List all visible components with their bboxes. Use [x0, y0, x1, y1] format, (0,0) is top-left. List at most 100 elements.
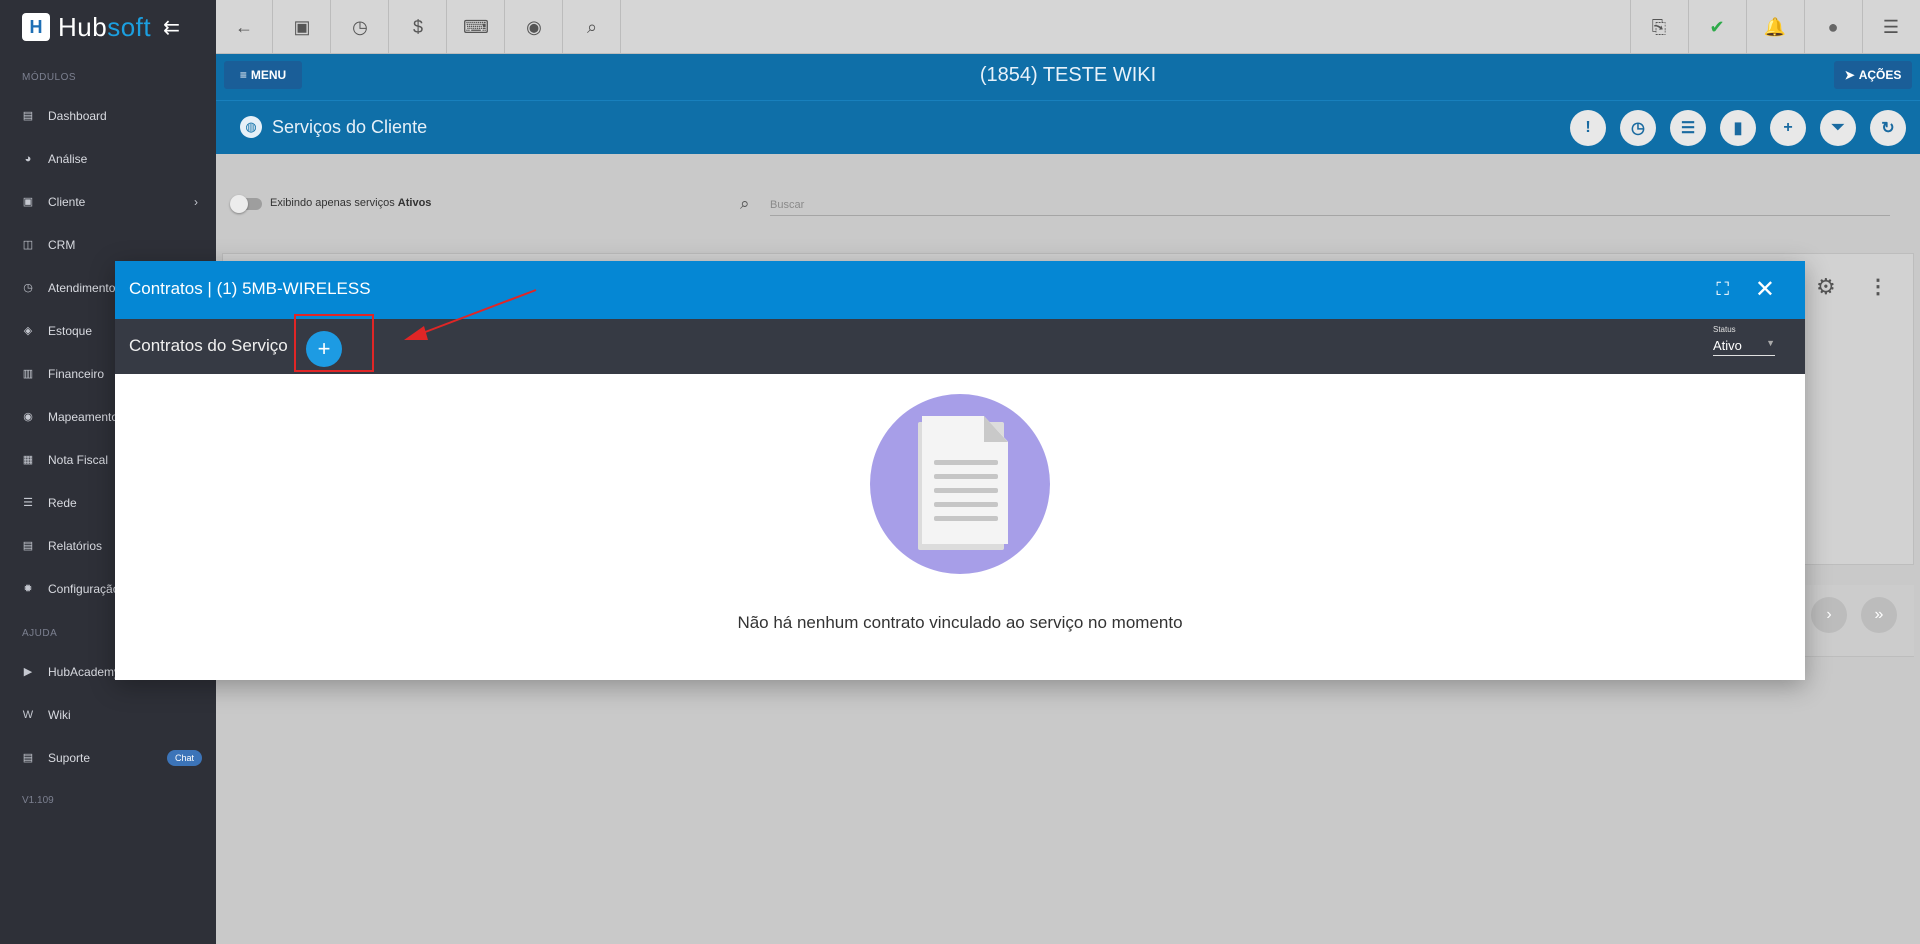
- status-select[interactable]: Status Ativo ▼: [1713, 325, 1775, 356]
- client-header: ≡ MENU (1854) TESTE WIKI ➤ AÇÕES ◍ Serviço…: [216, 54, 1920, 154]
- document-line: [934, 474, 998, 479]
- add-icon[interactable]: +: [1770, 110, 1806, 146]
- modal-header: Contratos | (1) 5MB-WIRELESS ⛶ ✕: [115, 261, 1805, 319]
- list-menu-icon[interactable]: ☰: [1862, 0, 1919, 54]
- modal-subtitle: Contratos do Serviço: [129, 336, 288, 355]
- brand-name-part2: soft: [107, 11, 152, 42]
- page-title: ◍ Serviços do Cliente: [240, 116, 427, 138]
- client-title: (1854) TESTE WIKI: [979, 64, 1157, 86]
- header-divider: [216, 100, 1920, 101]
- sidebar-item-label: Nota Fiscal: [48, 452, 109, 467]
- globe-icon: ◍: [240, 116, 262, 138]
- annotation-highlight-box: [294, 314, 374, 372]
- section-label-modules: MÓDULOS: [22, 72, 77, 83]
- caret-down-icon: ▼: [1766, 338, 1775, 348]
- sidebar-item-label: Wiki: [48, 707, 71, 722]
- active-services-toggle[interactable]: [230, 195, 262, 213]
- empty-document-illustration: [870, 394, 1050, 574]
- search-input[interactable]: Buscar: [770, 192, 1890, 216]
- document-line: [934, 460, 998, 465]
- calendar-clock-icon[interactable]: ◷: [1620, 110, 1656, 146]
- acoes-button[interactable]: ➤ AÇÕES: [1834, 61, 1912, 89]
- sidebar-item-label: Análise: [48, 151, 88, 166]
- list-icon[interactable]: ☰: [1670, 110, 1706, 146]
- sidebar-item-label: Rede: [48, 495, 77, 510]
- chevron-right-icon: ›: [194, 194, 198, 209]
- document-line: [934, 488, 998, 493]
- sidebar-item-label: Cliente: [48, 194, 86, 209]
- send-icon: ➤: [1844, 68, 1855, 82]
- sidebar-item-wiki[interactable]: W Wiki: [0, 693, 216, 736]
- contact-card-icon: ▣: [22, 196, 34, 208]
- toggle-label: Exibindo apenas serviços Ativos: [270, 197, 431, 209]
- chat-check-icon[interactable]: ✔: [1688, 0, 1745, 54]
- contact-card-icon[interactable]: ▣: [274, 0, 331, 54]
- support-icon: ▤: [22, 752, 34, 764]
- sidebar-item-label: Estoque: [48, 323, 93, 338]
- avatar[interactable]: ●: [1804, 0, 1861, 54]
- back-arrow-icon[interactable]: ←: [216, 0, 273, 54]
- pie-chart-icon: ◕: [24, 152, 32, 165]
- server-icon: ☰: [23, 497, 33, 509]
- acoes-label: AÇÕES: [1858, 68, 1902, 82]
- status-value-text: Ativo: [1713, 338, 1742, 353]
- bell-alert-icon[interactable]: 🔔: [1746, 0, 1803, 54]
- more-vert-icon[interactable]: ⋮: [1868, 274, 1888, 299]
- hubsoft-logo-icon: H: [22, 13, 50, 41]
- sidebar-item-analise[interactable]: ◕ Análise: [0, 137, 216, 180]
- sidebar-item-label: Relatórios: [48, 538, 103, 553]
- map-pin-icon: ◉: [23, 411, 33, 423]
- brand-name-part1: Hub: [58, 11, 108, 42]
- search-icon: ⌕: [740, 194, 750, 213]
- app-version: V1.109: [22, 795, 54, 806]
- brand-name: Hubsoft: [58, 12, 151, 43]
- crm-icon: ◫: [22, 239, 34, 251]
- last-page-icon[interactable]: »: [1861, 597, 1897, 633]
- eye-icon[interactable]: ◉: [506, 0, 563, 54]
- sidebar-item-label: Dashboard: [48, 108, 107, 123]
- toggle-label-bold: Ativos: [397, 197, 432, 209]
- status-value: Ativo ▼: [1713, 334, 1775, 356]
- dashboard-icon: ▤: [22, 110, 34, 122]
- collapse-sidebar-icon[interactable]: ⇇: [163, 15, 180, 40]
- gear-icon[interactable]: ⚙: [1816, 274, 1836, 300]
- calendar-clock-icon[interactable]: ◷: [332, 0, 389, 54]
- calendar-clock-icon: ◷: [23, 282, 33, 294]
- pdf-icon[interactable]: ⎘: [1630, 0, 1687, 54]
- receipt-icon: ▦: [22, 454, 34, 466]
- close-icon[interactable]: ✕: [1755, 275, 1775, 304]
- status-label: Status: [1713, 325, 1736, 334]
- page-title-text: Serviços do Cliente: [272, 116, 428, 137]
- refresh-icon[interactable]: ↻: [1870, 110, 1906, 146]
- contracts-modal: Contratos | (1) 5MB-WIRELESS ⛶ ✕ Contrat…: [115, 261, 1805, 680]
- fullscreen-icon[interactable]: ⛶: [1716, 279, 1729, 300]
- search-icon[interactable]: ⌕: [564, 0, 621, 54]
- sidebar-item-label: Configuração: [48, 581, 120, 596]
- document-line: [934, 502, 998, 507]
- sidebar-item-dashboard[interactable]: ▤ Dashboard: [0, 94, 216, 137]
- sidebar-item-crm[interactable]: ◫ CRM: [0, 223, 216, 266]
- modal-subheader: Contratos do Serviço + Status Ativo ▼: [115, 314, 1805, 374]
- filter-icon[interactable]: ⏷: [1820, 110, 1856, 146]
- document-line: [934, 516, 998, 521]
- header-actions: ! ◷ ☰ ▮ + ⏷ ↻: [1570, 110, 1906, 146]
- top-toolbar: ← ▣ ◷ $ ⌨ ◉ ⌕ ⎘ ✔ 🔔 ● ☰: [216, 0, 1920, 54]
- dollar-icon[interactable]: $: [390, 0, 447, 54]
- box-icon: ◈: [23, 325, 33, 337]
- sidebar-item-suporte[interactable]: ▤ Suporte Chat: [0, 736, 216, 779]
- document-icon[interactable]: ▮: [1720, 110, 1756, 146]
- sidebar-item-label: Financeiro: [48, 366, 105, 381]
- logo[interactable]: H Hubsoft ⇇: [0, 0, 216, 54]
- next-page-icon[interactable]: ›: [1811, 597, 1847, 633]
- wiki-icon: W: [22, 708, 34, 721]
- sidebar-item-cliente[interactable]: ▣ Cliente ›: [0, 180, 216, 223]
- chat-badge[interactable]: Chat: [166, 749, 202, 766]
- report-icon: ▤: [22, 540, 34, 552]
- gear-icon: ✹: [23, 583, 33, 595]
- alert-message-icon[interactable]: !: [1570, 110, 1606, 146]
- sidebar-item-label: HubAcademy: [48, 664, 121, 679]
- empty-state-message: Não há nenhum contrato vinculado ao serv…: [737, 613, 1183, 632]
- terminal-icon[interactable]: ⌨: [448, 0, 505, 54]
- modal-title: Contratos | (1) 5MB-WIRELESS: [129, 279, 371, 298]
- sidebar-item-label: CRM: [48, 237, 76, 252]
